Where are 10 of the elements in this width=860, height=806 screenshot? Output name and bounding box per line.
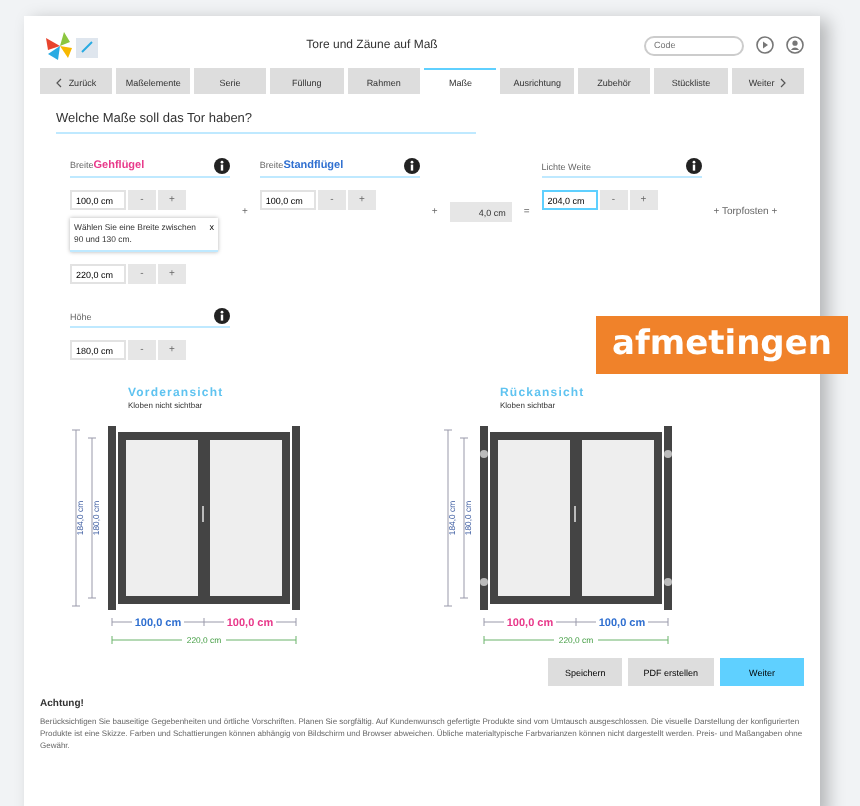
- chevron-left-icon: [56, 77, 63, 87]
- info-icon[interactable]: [214, 308, 230, 324]
- play-icon[interactable]: [756, 36, 774, 54]
- info-icon[interactable]: [685, 158, 702, 174]
- user-icon[interactable]: [786, 36, 804, 54]
- chevron-right-icon: [780, 77, 787, 87]
- info-icon[interactable]: [403, 158, 420, 174]
- dimensions-badge: afmetingen: [596, 316, 848, 374]
- logo-icon: [40, 29, 100, 61]
- info-icon[interactable]: [214, 158, 230, 174]
